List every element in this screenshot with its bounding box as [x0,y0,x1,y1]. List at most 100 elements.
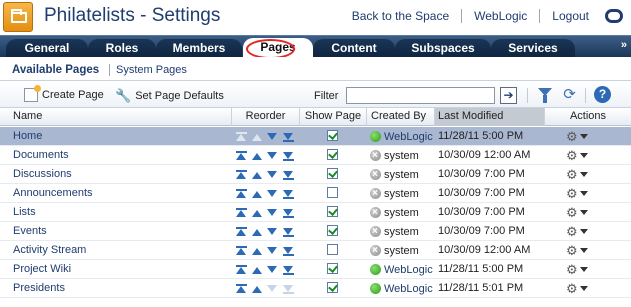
table-row[interactable]: Events system 10/30/09 7:00 PM ⚙ [0,222,631,241]
show-page-checkbox[interactable] [327,263,338,274]
page-name-link[interactable]: Presidents [13,279,65,298]
system-pages-link[interactable]: System Pages [116,64,187,76]
column-header-show-page[interactable]: Show Page [300,108,367,126]
move-down-icon[interactable] [266,245,280,257]
back-to-space-link[interactable]: Back to the Space [340,9,461,23]
tab-roles[interactable]: Roles [88,39,156,58]
move-down-icon[interactable] [266,264,280,276]
column-header-last-modified[interactable]: Last Modified [435,108,545,126]
available-pages-link[interactable]: Available Pages [12,64,99,76]
move-to-top-icon[interactable] [235,169,249,181]
move-to-top-icon[interactable] [235,245,249,257]
move-to-bottom-icon[interactable] [282,226,296,238]
move-to-top-icon[interactable] [235,207,249,219]
table-row[interactable]: Project Wiki WebLogic 11/28/11 5:00 PM ⚙ [0,260,631,279]
move-down-icon[interactable] [266,131,280,143]
move-up-icon[interactable] [251,188,265,200]
show-page-checkbox[interactable] [327,168,338,179]
page-name-link[interactable]: Lists [13,203,36,222]
page-name-link[interactable]: Documents [13,146,69,165]
move-up-icon[interactable] [251,150,265,162]
filter-go-button[interactable]: ➔ [500,87,517,104]
move-to-bottom-icon[interactable] [282,264,296,276]
show-page-checkbox[interactable] [327,282,338,293]
column-header-name[interactable]: Name [0,108,232,126]
creator-name[interactable]: WebLogic [384,261,433,279]
column-header-created-by[interactable]: Created By [367,108,435,126]
actions-menu-button[interactable]: ⚙ [566,241,588,260]
move-up-icon[interactable] [251,283,265,295]
move-to-bottom-icon[interactable] [282,131,296,143]
move-up-icon[interactable] [251,169,265,181]
table-row[interactable]: Presidents WebLogic 11/28/11 5:01 PM ⚙ [0,279,631,298]
move-down-icon[interactable] [266,169,280,181]
tab-pages[interactable]: Pages [243,38,313,59]
table-row[interactable]: Announcements system 10/30/09 7:00 PM ⚙ [0,184,631,203]
show-page-checkbox[interactable] [327,130,338,141]
actions-menu-button[interactable]: ⚙ [566,279,588,298]
tab-services[interactable]: Services [491,39,575,58]
page-name-link[interactable]: Events [13,222,47,241]
show-page-checkbox[interactable] [327,187,338,198]
move-to-bottom-icon[interactable] [282,188,296,200]
move-to-bottom-icon[interactable] [282,207,296,219]
show-page-checkbox[interactable] [327,206,338,217]
move-up-icon[interactable] [251,245,265,257]
filter-funnel-icon[interactable] [538,88,552,103]
tab-members[interactable]: Members [156,39,242,58]
help-icon[interactable]: ? [594,86,611,103]
table-row[interactable]: Home WebLogic 11/28/11 5:00 PM ⚙ [0,127,631,146]
move-down-icon[interactable] [266,226,280,238]
set-page-defaults-button[interactable]: 🔧 Set Page Defaults [115,88,224,104]
tab-subspaces[interactable]: Subspaces [395,39,491,58]
move-down-icon[interactable] [266,188,280,200]
move-to-top-icon[interactable] [235,188,249,200]
move-up-icon[interactable] [251,207,265,219]
table-row[interactable]: Discussions system 10/30/09 7:00 PM ⚙ [0,165,631,184]
page-name-link[interactable]: Activity Stream [13,241,86,260]
filter-input[interactable] [346,87,495,104]
actions-menu-button[interactable]: ⚙ [566,165,588,184]
user-link[interactable]: WebLogic [462,9,539,23]
move-to-top-icon[interactable] [235,264,249,276]
show-page-checkbox[interactable] [327,149,338,160]
page-name-link[interactable]: Project Wiki [13,260,71,279]
gear-icon: ⚙ [566,280,578,296]
reorder-controls [235,241,297,260]
actions-menu-button[interactable]: ⚙ [566,184,588,203]
actions-menu-button[interactable]: ⚙ [566,222,588,241]
move-down-icon[interactable] [266,207,280,219]
reorder-controls [235,184,297,203]
show-page-checkbox[interactable] [327,225,338,236]
creator-name[interactable]: WebLogic [384,128,433,146]
create-page-button[interactable]: Create Page [24,85,104,102]
tab-overflow-icon[interactable]: » [621,39,627,51]
refresh-icon[interactable]: ⟳ [561,86,578,103]
table-row[interactable]: Documents system 10/30/09 12:00 AM ⚙ [0,146,631,165]
logout-link[interactable]: Logout [540,9,601,23]
reorder-controls [235,222,297,241]
page-name-link[interactable]: Discussions [13,165,72,184]
page-name-link[interactable]: Announcements [13,184,93,203]
move-to-top-icon[interactable] [235,226,249,238]
presence-status-icon [370,223,381,241]
page-name-link[interactable]: Home [13,127,42,146]
move-to-top-icon[interactable] [235,283,249,295]
move-to-bottom-icon[interactable] [282,150,296,162]
actions-menu-button[interactable]: ⚙ [566,260,588,279]
show-page-checkbox[interactable] [327,244,338,255]
move-to-bottom-icon[interactable] [282,169,296,181]
move-to-bottom-icon[interactable] [282,245,296,257]
actions-menu-button[interactable]: ⚙ [566,146,588,165]
move-down-icon[interactable] [266,150,280,162]
move-to-top-icon[interactable] [235,150,249,162]
tab-general[interactable]: General [6,39,88,58]
actions-menu-button[interactable]: ⚙ [566,127,588,146]
table-row[interactable]: Activity Stream system 10/30/09 12:00 AM ⚙ [0,241,631,260]
move-up-icon[interactable] [251,226,265,238]
actions-menu-button[interactable]: ⚙ [566,203,588,222]
move-up-icon[interactable] [251,264,265,276]
tab-content[interactable]: Content [313,39,395,58]
creator-name[interactable]: WebLogic [384,280,433,298]
table-row[interactable]: Lists system 10/30/09 7:00 PM ⚙ [0,203,631,222]
